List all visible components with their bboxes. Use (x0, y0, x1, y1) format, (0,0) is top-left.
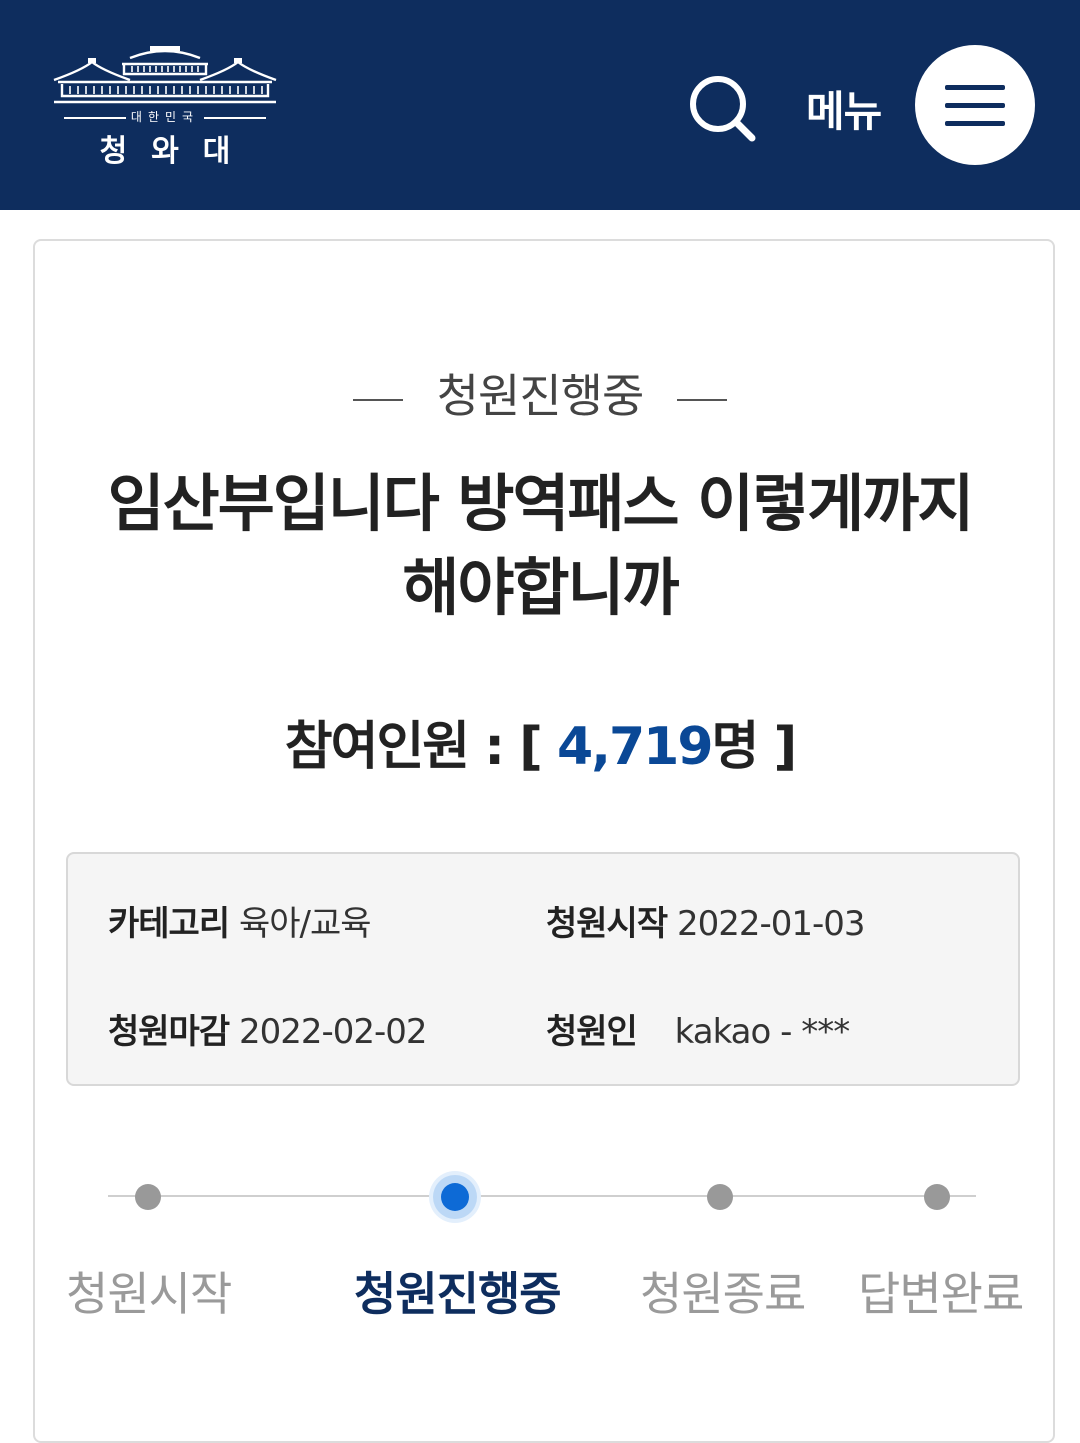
category-field: 카테고리 육아/교육 (108, 896, 372, 945)
progress-dot-start (135, 1184, 161, 1210)
step-label-answered: 답변완료 (858, 1267, 1024, 1321)
end-date-value: 2022-02-02 (238, 1012, 428, 1052)
petition-title: 임산부입니다 방역패스 이렇게까지 해야합니까 (107, 467, 975, 624)
start-date-label: 청원시작 (546, 904, 668, 944)
start-date-field: 청원시작 2022-01-03 (546, 896, 866, 945)
start-date-value: 2022-01-03 (676, 904, 866, 944)
end-date-label: 청원마감 (108, 1012, 230, 1052)
category-value: 육아/교육 (238, 904, 372, 944)
divider (352, 398, 403, 401)
progress-dot-answered (924, 1184, 950, 1210)
participants-label: 참여인원 : [ (284, 717, 543, 777)
progress-track (108, 1195, 976, 1197)
site-header: 대한민국 청와대 메뉴 (0, 0, 1080, 210)
search-icon (690, 76, 756, 142)
menu-label[interactable]: 메뉴 (806, 78, 882, 139)
category-label: 카테고리 (108, 904, 230, 944)
petition-info-box: 카테고리 육아/교육 청원시작 2022-01-03 청원마감 2022-02-… (66, 852, 1020, 1086)
petition-status: 청원진행중 (436, 369, 645, 423)
cheong-wa-dae-logo[interactable]: 대한민국 청와대 (52, 44, 278, 169)
progress-dot-active (441, 1183, 469, 1211)
search-button[interactable] (684, 70, 760, 146)
step-label-closed: 청원종료 (640, 1267, 806, 1321)
blue-house-building-icon (53, 46, 277, 104)
end-date-field: 청원마감 2022-02-02 (108, 1004, 428, 1053)
logo-title: 청와대 (99, 134, 255, 169)
author-value: kakao - *** (674, 1012, 851, 1052)
participants-number: 4,719 (557, 717, 713, 777)
step-label-in-progress: 청원진행중 (354, 1267, 562, 1321)
step-label-start: 청원시작 (66, 1267, 232, 1321)
petition-status-heading: 청원진행중 (0, 360, 1080, 426)
logo-subtitle: 대한민국 (130, 110, 200, 124)
author-field: 청원인 kakao - *** (546, 1004, 851, 1053)
menu-button[interactable] (915, 45, 1035, 165)
participants-unit: 명 ] (711, 717, 798, 777)
author-label: 청원인 (546, 1012, 638, 1052)
divider (677, 398, 728, 401)
participants-count: 참여인원 : [ 4,719명 ] (0, 704, 1080, 779)
progress-dot-closed (707, 1184, 733, 1210)
